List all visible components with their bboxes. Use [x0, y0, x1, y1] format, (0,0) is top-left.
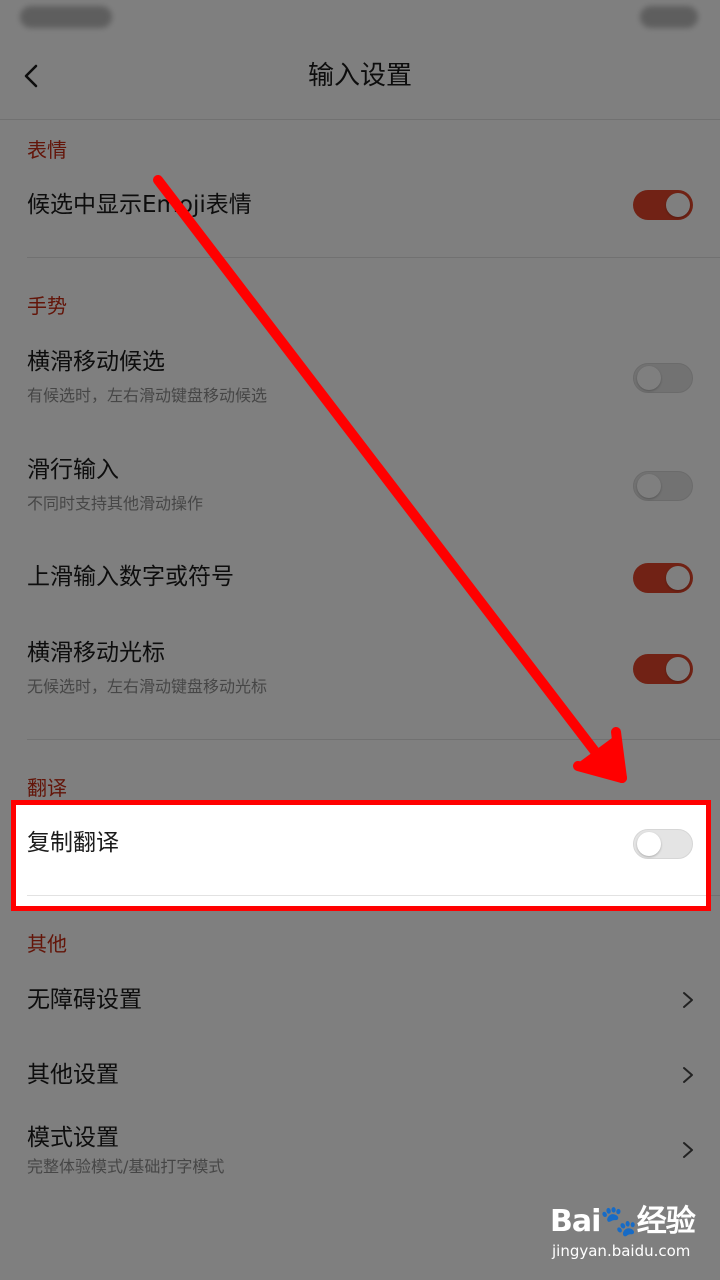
settings-screen: 输入设置 表情 候选中显示Emoji表情 手势 横滑移动候选 有候选时，左右滑动…: [0, 0, 720, 1280]
watermark-url: jingyan.baidu.com: [552, 1242, 691, 1260]
annotation-arrow-icon: [153, 175, 627, 783]
watermark-brand: Bai🐾经验: [550, 1204, 696, 1239]
baidu-jingyan-watermark: Bai🐾经验 jingyan.baidu.com: [550, 1204, 700, 1266]
